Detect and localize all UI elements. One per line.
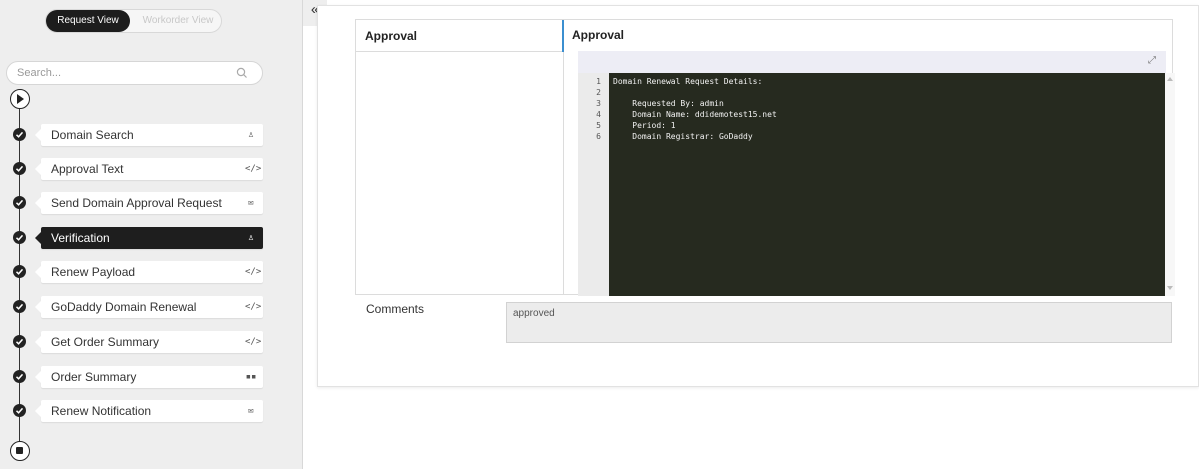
code-line: Period: 1 xyxy=(613,121,676,130)
scroll-up-icon[interactable] xyxy=(1167,77,1173,81)
code-line: Domain Renewal Request Details: xyxy=(613,77,763,86)
grid-icon: ▪▪ xyxy=(245,372,257,382)
step-card[interactable]: Approval Text </> xyxy=(35,158,263,180)
check-icon xyxy=(13,162,26,175)
step-card[interactable]: Send Domain Approval Request ✉ xyxy=(35,192,263,214)
scroll-down-icon[interactable] xyxy=(1167,286,1173,290)
step-label: Renew Notification xyxy=(51,404,152,418)
step-label: Verification xyxy=(51,231,110,245)
search-input[interactable] xyxy=(17,65,227,81)
code-icon: </> xyxy=(245,302,262,312)
check-icon xyxy=(13,370,26,383)
code-line: Domain Registrar: GoDaddy xyxy=(613,132,753,141)
envelope-icon: ✉ xyxy=(248,406,254,416)
comments-label: Comments xyxy=(366,302,425,316)
code-editor[interactable]: ⤢ 1 2 3 4 5 6 Domain Renewal Request Details:… xyxy=(578,51,1175,296)
stop-button[interactable] xyxy=(10,441,30,461)
search-icon[interactable] xyxy=(236,67,248,79)
line-number: 2 xyxy=(596,88,601,97)
line-number: 3 xyxy=(596,99,601,108)
play-button[interactable] xyxy=(10,89,30,109)
step-label: Approval Text xyxy=(51,162,124,176)
step-label: Domain Search xyxy=(51,128,134,142)
comments-field[interactable]: approved xyxy=(506,302,1172,343)
request-view-tab[interactable]: Request View xyxy=(46,10,130,32)
expand-icon[interactable]: ⤢ xyxy=(1148,55,1160,67)
step-card[interactable]: Domain Search ♙ xyxy=(35,124,263,146)
stop-icon xyxy=(16,447,23,454)
approval-detail-header: Approval xyxy=(564,20,1172,52)
check-icon xyxy=(13,335,26,348)
code-icon: </> xyxy=(245,267,262,277)
sidebar: Request View Workorder View Domain Searc… xyxy=(0,0,303,469)
check-icon xyxy=(13,404,26,417)
workflow-step: Domain Search ♙ xyxy=(0,124,270,146)
step-label: Order Summary xyxy=(51,370,137,384)
approval-list-title: Approval xyxy=(365,29,418,43)
step-label: GoDaddy Domain Renewal xyxy=(51,300,197,314)
step-card[interactable]: Renew Notification ✉ xyxy=(35,400,263,422)
search-box xyxy=(6,61,263,85)
step-card[interactable]: Verification ♙ xyxy=(35,227,263,249)
workflow-step: Send Domain Approval Request ✉ xyxy=(0,192,270,214)
workflow-step: Renew Payload </> xyxy=(0,261,270,283)
workflow-step: Renew Notification ✉ xyxy=(0,400,270,422)
check-icon xyxy=(13,300,26,313)
step-label: Renew Payload xyxy=(51,265,136,279)
vertical-scrollbar[interactable] xyxy=(1165,73,1175,296)
step-card[interactable]: GoDaddy Domain Renewal </> xyxy=(35,296,263,318)
editor-toolbar: ⤢ xyxy=(578,51,1166,73)
workflow-step: GoDaddy Domain Renewal </> xyxy=(0,296,270,318)
check-icon xyxy=(13,265,26,278)
step-card[interactable]: Renew Payload </> xyxy=(35,261,263,283)
approval-list-item[interactable]: Approval xyxy=(356,20,563,52)
code-icon: </> xyxy=(245,164,262,174)
line-number: 4 xyxy=(596,110,601,119)
workflow-step: Approval Text </> xyxy=(0,158,270,180)
approval-panel: Approval Approval ⤢ 1 2 3 4 5 6 Domain Renewa… xyxy=(355,19,1175,296)
line-number: 6 xyxy=(596,132,601,141)
approval-detail-title: Approval xyxy=(572,28,625,42)
play-icon xyxy=(17,94,24,104)
person-icon: ♙ xyxy=(248,233,254,243)
main-card: Approval Approval ⤢ 1 2 3 4 5 6 Domain Renewa… xyxy=(317,5,1199,387)
check-icon xyxy=(13,231,26,244)
check-icon xyxy=(13,128,26,141)
code-area[interactable]: Domain Renewal Request Details: Requeste… xyxy=(609,73,1165,296)
code-line: Domain Name: ddidemotest15.net xyxy=(613,110,777,119)
workflow-step: Order Summary ▪▪ xyxy=(0,366,270,388)
person-icon: ♙ xyxy=(248,130,254,140)
line-number: 1 xyxy=(596,77,601,86)
approval-list-column: Approval xyxy=(356,20,564,294)
view-toggle: Request View Workorder View xyxy=(45,9,222,33)
workorder-view-tab[interactable]: Workorder View xyxy=(136,10,220,32)
line-number-gutter: 1 2 3 4 5 6 xyxy=(578,73,609,296)
code-icon: </> xyxy=(245,337,262,347)
envelope-icon: ✉ xyxy=(248,198,254,208)
workflow-step: Get Order Summary </> xyxy=(0,331,270,353)
step-card[interactable]: Get Order Summary </> xyxy=(35,331,263,353)
step-card[interactable]: Order Summary ▪▪ xyxy=(35,366,263,388)
code-line: Requested By: admin xyxy=(613,99,724,108)
workflow-step: Verification ♙ xyxy=(0,227,270,249)
line-number: 5 xyxy=(596,121,601,130)
step-label: Send Domain Approval Request xyxy=(51,196,222,210)
check-icon xyxy=(13,196,26,209)
step-label: Get Order Summary xyxy=(51,335,160,349)
